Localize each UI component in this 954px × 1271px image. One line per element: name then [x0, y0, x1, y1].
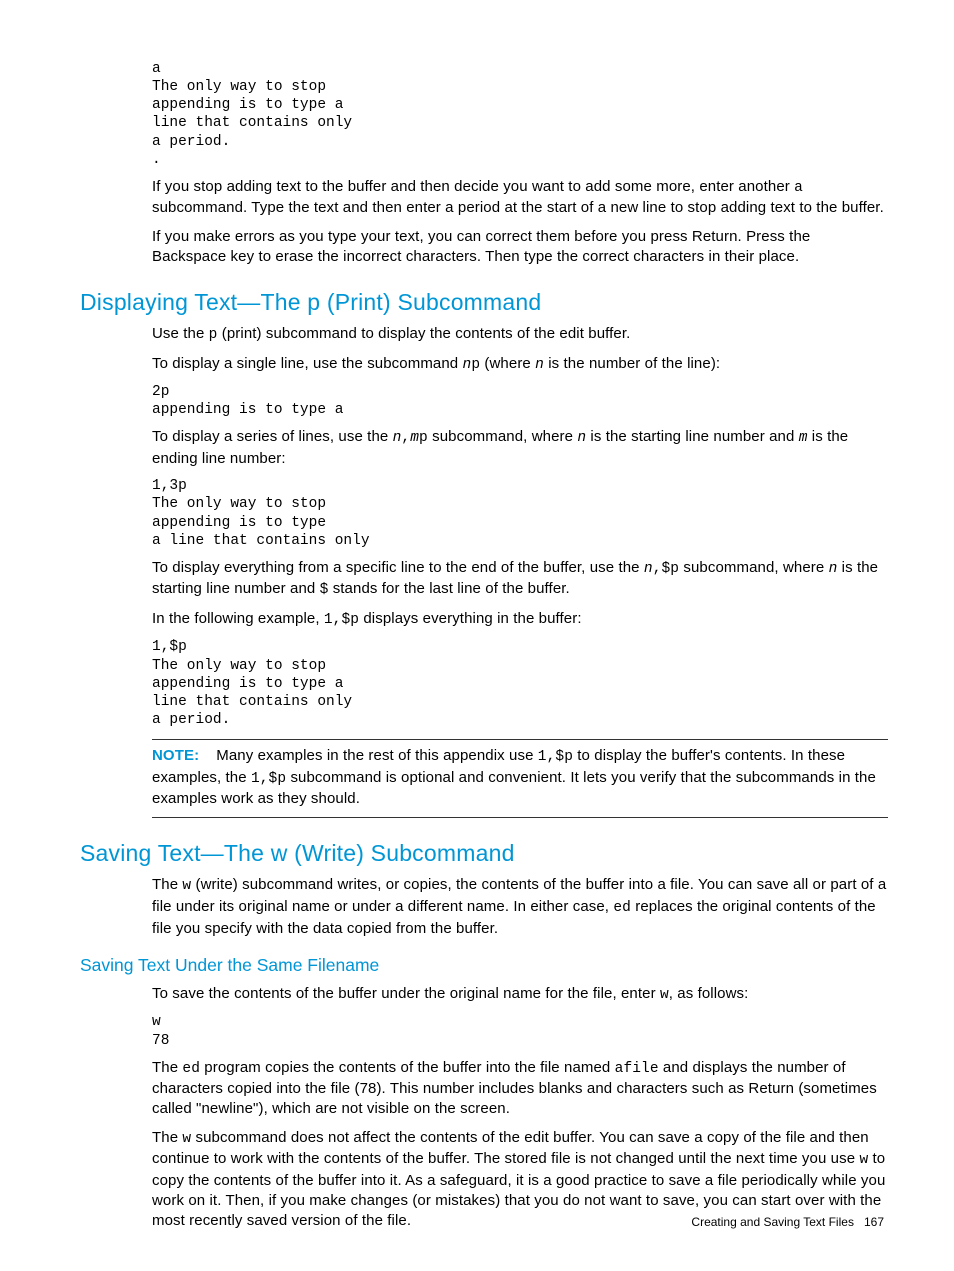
paragraph: If you make errors as you type your text… [152, 227, 888, 268]
content-column: a The only way to stop appending is to t… [152, 60, 888, 1232]
code-block-append: a The only way to stop appending is to t… [152, 60, 888, 169]
text: (where [480, 355, 535, 372]
text: stands for the last line of the buffer. [328, 580, 569, 597]
inline-code-italic: n [644, 561, 653, 577]
text: The [152, 1129, 182, 1146]
footer-title: Creating and Saving Text Files [691, 1215, 854, 1229]
inline-code-italic: m [799, 430, 808, 446]
inline-code: w [182, 1131, 191, 1147]
section-heading-displaying: Displaying Text—The p (Print) Subcommand [80, 289, 888, 316]
page-footer: Creating and Saving Text Files 167 [691, 1215, 884, 1229]
text: subcommand, where [428, 428, 577, 445]
paragraph: The ed program copies the contents of th… [152, 1058, 888, 1120]
text: To save the contents of the buffer under… [152, 985, 660, 1002]
inline-code-italic: n [463, 357, 472, 373]
inline-code: w [660, 987, 669, 1003]
inline-code: ed [182, 1061, 200, 1077]
inline-code: a [794, 180, 803, 196]
text: subcommand, where [679, 559, 828, 576]
subsection-heading-same-filename: Saving Text Under the Same Filename [80, 955, 888, 976]
inline-code: ed [613, 900, 631, 916]
inline-code: 1,$p [324, 612, 359, 628]
text: In the following example, [152, 610, 324, 627]
section-heading-saving: Saving Text—The w (Write) Subcommand [80, 840, 888, 867]
text: To display a single line, use the subcom… [152, 355, 463, 372]
inline-code: , [401, 430, 410, 446]
paragraph: To display a series of lines, use the n,… [152, 427, 888, 469]
paragraph: Use the p (print) subcommand to display … [152, 324, 888, 346]
inline-code-italic: n [577, 430, 586, 446]
text: (print) subcommand to display the conten… [217, 325, 630, 342]
text: The [152, 876, 182, 893]
inline-code: w [182, 878, 191, 894]
inline-code: p [471, 357, 480, 373]
inline-code: 1,$p [251, 771, 286, 787]
paragraph: To display everything from a specific li… [152, 558, 888, 601]
text: program copies the contents of the buffe… [200, 1059, 615, 1076]
text: To display everything from a specific li… [152, 559, 644, 576]
text: is the number of the line): [544, 355, 720, 372]
text: Many examples in the rest of this append… [216, 747, 538, 764]
note-label: NOTE: [152, 747, 199, 764]
paragraph: To save the contents of the buffer under… [152, 984, 888, 1006]
inline-code: p [419, 430, 428, 446]
paragraph: To display a single line, use the subcom… [152, 354, 888, 376]
text: To display a series of lines, use the [152, 428, 393, 445]
page-number: 167 [864, 1215, 884, 1229]
inline-code: afile [615, 1061, 659, 1077]
paragraph: The w (write) subcommand writes, or copi… [152, 875, 888, 938]
text: subcommand does not affect the contents … [152, 1129, 869, 1168]
inline-code-italic: m [410, 430, 419, 446]
code-block: 1,3p The only way to stop appending is t… [152, 477, 888, 550]
paragraph: If you stop adding text to the buffer an… [152, 177, 888, 219]
text: is the starting line number and [586, 428, 799, 445]
text: If you stop adding text to the buffer an… [152, 178, 794, 195]
text: Use the [152, 325, 209, 342]
page: a The only way to stop appending is to t… [0, 0, 954, 1271]
paragraph: In the following example, 1,$p displays … [152, 609, 888, 631]
code-block: 2p appending is to type a [152, 383, 888, 419]
inline-code-italic: n [535, 357, 544, 373]
text: subcommand. Type the text and then enter… [152, 199, 884, 216]
inline-code: w [859, 1152, 868, 1168]
note-paragraph: NOTE: Many examples in the rest of this … [152, 746, 888, 809]
text: The [152, 1059, 182, 1076]
code-block: 1,$p The only way to stop appending is t… [152, 638, 888, 729]
inline-code: 1,$p [538, 749, 573, 765]
inline-code: ,$p [653, 561, 679, 577]
code-block: w 78 [152, 1013, 888, 1049]
text: displays everything in the buffer: [359, 610, 582, 627]
note-block: NOTE: Many examples in the rest of this … [152, 739, 888, 818]
text: , as follows: [669, 985, 749, 1002]
